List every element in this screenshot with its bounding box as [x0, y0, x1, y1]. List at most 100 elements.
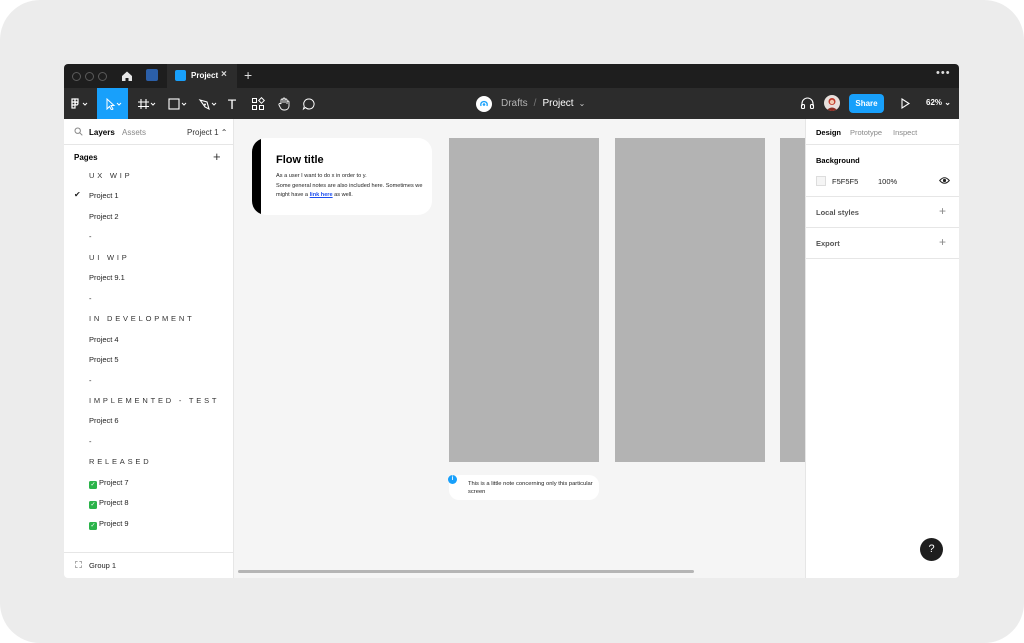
text-tool-button[interactable]: T	[224, 88, 240, 119]
layer-row[interactable]: Group 1	[64, 552, 234, 578]
page-label: Project 9.1	[89, 273, 125, 283]
comment-tool-button[interactable]	[300, 88, 318, 119]
tab-assets[interactable]: Assets	[122, 128, 146, 137]
text-tool-icon: T	[227, 95, 237, 112]
layer-label: Group 1	[89, 561, 117, 570]
note-text: This is a little note concerning only th…	[468, 481, 593, 495]
page-label: Project 6	[89, 416, 119, 426]
screen-frame-3[interactable]	[780, 138, 805, 462]
page-label: Project 7	[99, 477, 129, 487]
user-avatar[interactable]	[824, 95, 840, 111]
comment-bubble-icon	[302, 97, 315, 110]
page-label: RELEASED	[89, 457, 152, 467]
visibility-eye-icon[interactable]	[939, 176, 950, 187]
more-options-icon[interactable]: •••	[936, 67, 951, 79]
window-close-control[interactable]	[72, 72, 81, 81]
window-zoom-control[interactable]	[98, 72, 107, 81]
page-label: Project 9	[99, 518, 129, 528]
export-heading: Export	[816, 239, 840, 248]
background-color-swatch[interactable]	[816, 176, 826, 186]
present-play-icon[interactable]	[899, 97, 911, 115]
tab-inspect[interactable]: Inspect	[893, 128, 917, 137]
right-panel: Design Prototype Inspect Background F5F5…	[805, 119, 959, 578]
layers-assets-header: Layers Assets Project 1 ⌃	[64, 119, 234, 145]
page-label: -	[89, 293, 92, 303]
done-checkbox-icon: ✓	[89, 501, 97, 510]
page-separator: -	[64, 371, 234, 391]
page-label: Project 5	[89, 355, 119, 365]
page-selector[interactable]: Project 1 ⌃	[187, 128, 228, 137]
page-item[interactable]: Project 5	[64, 350, 234, 370]
page-item[interactable]: Project 2	[64, 207, 234, 227]
file-menu-chevron-icon[interactable]: ⌄	[579, 99, 586, 108]
move-tool-button[interactable]	[97, 88, 128, 119]
share-button[interactable]: Share	[849, 94, 884, 113]
home-icon[interactable]	[119, 68, 135, 84]
page-section-label: UX WIP	[64, 166, 234, 186]
background-heading: Background	[816, 156, 860, 165]
page-section-label: IN DEVELOPMENT	[64, 309, 234, 329]
left-panel: Layers Assets Project 1 ⌃ Pages + UX WIP…	[64, 119, 234, 578]
add-page-button[interactable]: +	[213, 149, 221, 164]
screen-note-card[interactable]: i This is a little note concerning only …	[448, 475, 599, 500]
canvas[interactable]: Flow title As a user I want to do x in o…	[234, 119, 805, 578]
team-avatar-icon[interactable]	[476, 95, 492, 112]
page-item[interactable]: ✓ Project 9	[64, 514, 234, 534]
new-tab-button[interactable]: +	[244, 67, 252, 83]
window-minimize-control[interactable]	[85, 72, 94, 81]
page-item[interactable]: Project 9.1	[64, 268, 234, 288]
page-section-label: UI WIP	[64, 248, 234, 268]
screen-frame-1[interactable]	[449, 138, 599, 462]
hand-tool-button[interactable]	[275, 88, 293, 119]
breadcrumb: Drafts / Project ⌄	[476, 88, 585, 119]
tab-prototype[interactable]: Prototype	[850, 128, 882, 137]
help-button[interactable]: ?	[920, 538, 943, 561]
page-item[interactable]: Project 6	[64, 411, 234, 431]
tab-label: Project	[191, 71, 219, 80]
resources-button[interactable]	[249, 88, 267, 119]
zoom-dropdown[interactable]: 62% ⌄	[926, 98, 951, 107]
tab-close-icon[interactable]: ×	[221, 69, 227, 80]
toolbar: T Drafts / Project ⌄ Share 62% ⌄	[64, 88, 959, 119]
add-export-button[interactable]: +	[939, 235, 946, 249]
file-name[interactable]: Project	[542, 98, 573, 109]
background-opacity-value[interactable]: 100%	[878, 177, 897, 186]
page-label: UX WIP	[89, 171, 133, 180]
main-menu-button[interactable]	[64, 88, 96, 119]
flow-link[interactable]: link here	[310, 192, 333, 198]
tab-layers[interactable]: Layers	[89, 128, 115, 137]
page-item[interactable]: ✔ Project 1	[64, 186, 234, 206]
add-local-style-button[interactable]: +	[939, 204, 946, 218]
audio-headphones-icon[interactable]	[800, 96, 815, 115]
cursor-arrow-icon	[106, 97, 121, 110]
tab-project[interactable]: Project ×	[167, 64, 237, 88]
local-styles-section: Local styles +	[806, 197, 959, 228]
figma-file-icon	[175, 70, 186, 81]
file-browser-icon[interactable]	[146, 69, 158, 81]
shape-tool-button[interactable]	[163, 88, 193, 119]
page-label: IMPLEMENTED - TEST	[89, 395, 220, 405]
frame-tool-button[interactable]	[132, 88, 162, 119]
search-icon[interactable]	[74, 127, 83, 138]
horizontal-scrollbar[interactable]	[238, 570, 694, 573]
breadcrumb-drafts-link[interactable]: Drafts	[501, 98, 528, 109]
resources-grid-icon	[252, 96, 265, 110]
breadcrumb-separator: /	[533, 98, 537, 109]
page-label: UI WIP	[89, 252, 130, 262]
background-hex-value[interactable]: F5F5F5	[832, 177, 858, 186]
tab-design[interactable]: Design	[816, 128, 841, 137]
page-item[interactable]: Project 4	[64, 330, 234, 350]
screen-frame-2[interactable]	[615, 138, 765, 462]
page-item[interactable]: ✓ Project 8	[64, 493, 234, 513]
flow-description-line-1: As a user I want to do x in order to y.	[276, 173, 367, 179]
done-checkbox-icon: ✓	[89, 480, 97, 489]
page-separator: -	[64, 227, 234, 247]
page-label: -	[89, 375, 92, 385]
page-item[interactable]: ✓ Project 7	[64, 473, 234, 493]
flow-title-card[interactable]: Flow title As a user I want to do x in o…	[252, 138, 432, 215]
pages-heading: Pages	[74, 153, 98, 162]
page-separator: -	[64, 432, 234, 452]
flow-description: As a user I want to do x in order to y. …	[276, 172, 426, 201]
pen-tool-button[interactable]	[193, 88, 223, 119]
card-accent-bar	[252, 138, 261, 215]
